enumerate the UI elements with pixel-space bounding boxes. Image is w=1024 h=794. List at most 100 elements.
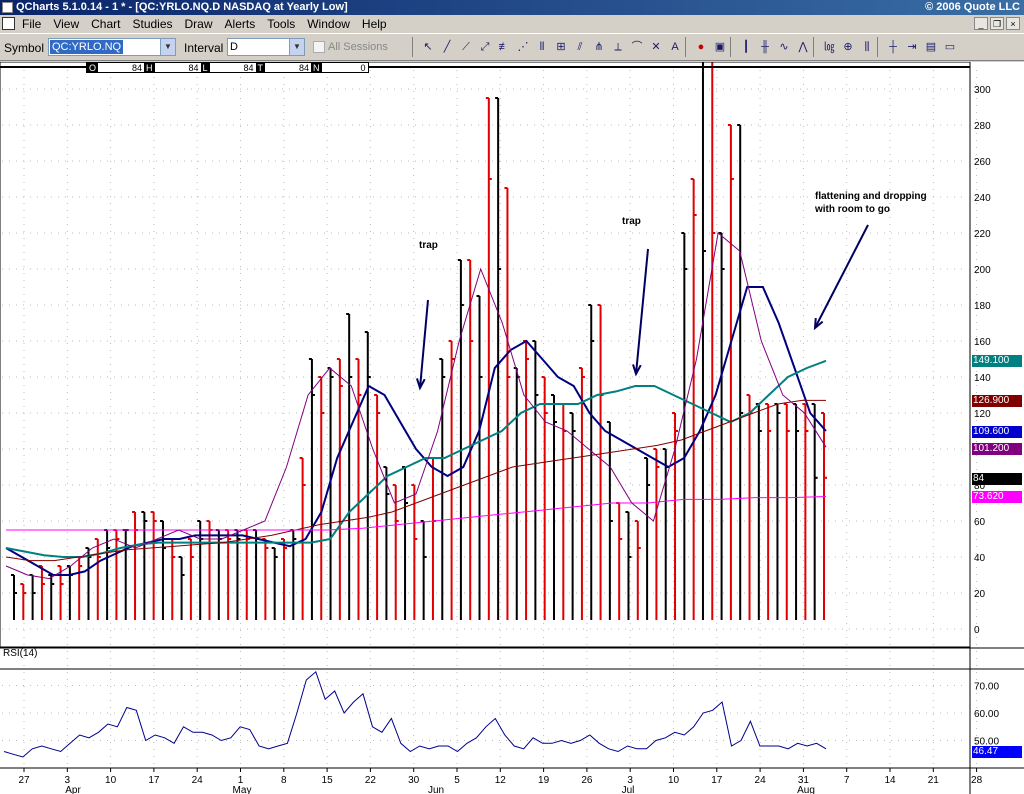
all-sessions-label: All Sessions [328,41,388,53]
x-month-label: Apr [65,785,81,794]
restore-icon[interactable]: ❐ [990,17,1004,30]
y-tick-label: 120 [974,409,991,420]
symbol-value[interactable]: QC:YRLO.NQ [50,40,124,54]
menu-window[interactable]: Window [307,15,350,33]
scroll-icon[interactable]: ⇥ [903,37,921,57]
chart-window-icon[interactable] [2,17,15,30]
toolbar-separator [813,37,819,57]
y-tick-label: 300 [974,85,991,96]
layout-icon[interactable]: ▤ [922,37,940,57]
x-tick-label: 17 [711,775,723,786]
window-icon[interactable]: ▭ [941,37,959,57]
y-tick-label: 40 [974,553,986,564]
x-marker-icon[interactable]: ✕ [647,37,665,57]
x-tick-label: 8 [281,775,287,786]
all-sessions-toggle[interactable]: All Sessions [313,41,388,53]
x-tick-label: 22 [365,775,377,786]
symbol-label: Symbol [4,41,45,55]
x-tick-label: 28 [971,775,983,786]
x-tick-label: 24 [755,775,767,786]
menu-file[interactable]: File [22,15,41,33]
y-tick-label: 200 [974,265,991,276]
close-icon[interactable]: × [1006,17,1020,30]
menu-help[interactable]: Help [362,15,387,33]
price-tag-ma-teal: 149.100 [972,355,1022,367]
symbol-input[interactable]: QC:YRLO.NQ ▼ [48,38,176,56]
chevron-down-icon[interactable]: ▼ [289,39,304,55]
annotation-trap-2: trap [622,216,641,227]
channel-icon[interactable]: ⫽ [571,37,589,57]
x-tick-label: 26 [581,775,593,786]
y-tick-label: 160 [974,337,991,348]
menu-alerts[interactable]: Alerts [225,15,256,33]
x-tick-label: 10 [105,775,117,786]
price-bars [11,62,827,620]
menu-view[interactable]: View [53,15,79,33]
title-bar: QCharts 5.1.0.14 - 1 * - [QC:YRLO.NQ.D N… [0,0,1024,15]
x-tick-label: 17 [148,775,160,786]
candle-style-icon[interactable]: ╫ [756,37,774,57]
bar-style-icon[interactable]: ┃ [737,37,755,57]
crosshair-icon[interactable]: ┼ [884,37,902,57]
text-tool-icon[interactable]: A [666,37,684,57]
gann-icon[interactable]: ⊞ [552,37,570,57]
price-tag-ma-magenta: 73.620 [972,491,1022,503]
interval-value[interactable]: D [230,41,238,53]
zoom-icon[interactable]: ⊕ [839,37,857,57]
x-tick-label: 5 [454,775,460,786]
drawing-tools: ↖ ╱ ⟋ ⤢ ≢ ⋰ ⦀ ⊞ ⫽ ⋔ ⟂ ⌒ ✕ A ● ▣ ┃ ╫ ∿ ⋀ … [412,37,959,57]
line-tool-icon[interactable]: ╱ [438,37,456,57]
menu-studies[interactable]: Studies [132,15,172,33]
x-month-label: Aug [797,785,815,794]
minimize-icon[interactable]: _ [974,17,988,30]
y-tick-label: 20 [974,589,986,600]
cycle-lines-icon[interactable]: ⦀ [533,37,551,57]
chart-canvas[interactable]: 0204060801001201401601802002202402602803… [0,62,1024,794]
x-tick-label: 7 [844,775,850,786]
interval-select[interactable]: D ▼ [227,38,305,56]
y-tick-label: 260 [974,157,991,168]
record-icon[interactable]: ● [692,37,710,57]
x-tick-label: 10 [668,775,680,786]
price-tag-ma-blue: 109.600 [972,426,1022,438]
line-style-icon[interactable]: ∿ [775,37,793,57]
price-tag-rsi: 46.47 [972,746,1022,758]
ohlc-last: T 84 [255,63,310,73]
toolbar: Symbol QC:YRLO.NQ ▼ Interval D ▼ All Ses… [0,33,1024,61]
y-tick-label: 240 [974,193,991,204]
menu-draw[interactable]: Draw [185,15,213,33]
app-icon [2,2,13,13]
study-icon[interactable]: ⫼ [858,37,876,57]
mountain-style-icon[interactable]: ⋀ [794,37,812,57]
chevron-down-icon[interactable]: ▼ [160,39,175,55]
annotation-flattening-2: with room to go [815,204,890,215]
pitchfork-icon[interactable]: ⋔ [590,37,608,57]
toolbar-separator [412,37,418,57]
x-month-label: Jun [428,785,444,794]
menu-bar: File View Chart Studies Draw Alerts Tool… [0,15,1024,33]
fan-icon[interactable]: ⋰ [514,37,532,57]
rsi-line [3,670,827,758]
x-tick-label: 14 [884,775,896,786]
log-scale-icon[interactable]: ㏒ [820,37,838,57]
menu-tools[interactable]: Tools [267,15,295,33]
menu-chart[interactable]: Chart [91,15,120,33]
print-icon[interactable]: ▣ [711,37,729,57]
all-sessions-checkbox[interactable] [313,41,325,53]
regression-icon[interactable]: ⟂ [609,37,627,57]
arc-icon[interactable]: ⌒ [628,37,646,57]
x-tick-label: 27 [18,775,30,786]
y-tick-label: 280 [974,121,991,132]
extended-line-icon[interactable]: ⤢ [476,37,494,57]
x-month-label: Jul [622,785,635,794]
rsi-panel [3,670,827,758]
fibonacci-icon[interactable]: ≢ [495,37,513,57]
y-tick-label: 0 [974,625,980,636]
ohlc-readout: O 84 H 84 L 84 T 84 N0 [86,62,369,73]
arrow-trap-2 [635,248,649,375]
x-month-label: May [233,785,252,794]
price-tag-ma-maroon: 126.900 [972,395,1022,407]
copyright-text: © 2006 Quote LLC [925,1,1020,13]
pointer-icon[interactable]: ↖ [419,37,437,57]
ray-tool-icon[interactable]: ⟋ [457,37,475,57]
